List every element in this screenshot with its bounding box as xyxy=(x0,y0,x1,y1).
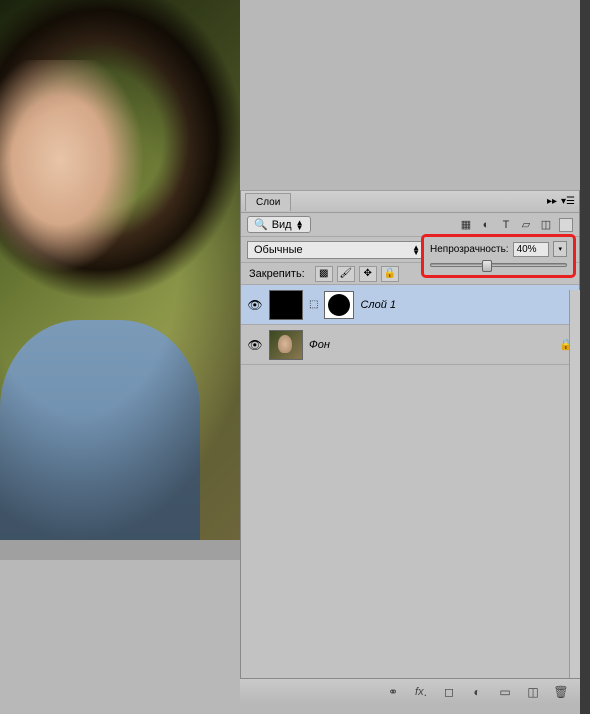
opacity-flyout-icon[interactable]: ▾ xyxy=(553,241,567,257)
search-icon: 🔍 xyxy=(254,218,268,231)
layers-panel: Слои ▸▸ ▾☰ 🔍 Вид ▲▼ ▦ ◐ T ▱ ◫ Обычные ▲▼… xyxy=(240,190,580,704)
layer-row[interactable]: 👁 ⬚ Слой 1 xyxy=(241,285,579,325)
filter-label: Вид xyxy=(272,219,292,231)
layer-name[interactable]: Фон xyxy=(309,339,330,351)
delete-button[interactable]: 🗑 xyxy=(552,683,570,701)
document-image[interactable] xyxy=(0,0,240,540)
lock-position-button[interactable]: ✥ xyxy=(359,266,377,282)
adjustment-layer-button[interactable]: ◐ xyxy=(468,683,486,701)
opacity-input[interactable]: 40% xyxy=(513,242,550,257)
opacity-label: Непрозрачность: xyxy=(430,244,509,255)
layers-list: 👁 ⬚ Слой 1 👁 Фон 🔒 xyxy=(241,285,579,365)
lock-pixels-button[interactable]: 🖌 xyxy=(337,266,355,282)
filter-smart-icon[interactable]: ◫ xyxy=(539,218,553,232)
visibility-icon[interactable]: 👁 xyxy=(247,337,263,353)
add-mask-button[interactable]: ◻ xyxy=(440,683,458,701)
mask-link-icon[interactable]: ⬚ xyxy=(309,299,318,310)
canvas-area xyxy=(0,0,240,560)
chevron-updown-icon: ▲▼ xyxy=(296,220,304,230)
vignette-overlay xyxy=(0,0,240,540)
lock-label: Закрепить: xyxy=(249,268,305,280)
chevron-updown-icon: ▲▼ xyxy=(412,245,420,255)
layer-name[interactable]: Слой 1 xyxy=(360,299,396,311)
layers-bottom-toolbar: ⚭ fx. ◻ ◐ ▭ ◫ 🗑 xyxy=(240,678,580,704)
tab-layers[interactable]: Слои xyxy=(245,193,291,211)
filter-adjustment-icon[interactable]: ◐ xyxy=(479,218,493,232)
filter-icons: ▦ ◐ T ▱ ◫ xyxy=(459,218,553,232)
panel-tab-bar: Слои ▸▸ ▾☰ xyxy=(241,191,579,213)
collapse-icon[interactable]: ▸▸ xyxy=(545,194,559,208)
filter-shape-icon[interactable]: ▱ xyxy=(519,218,533,232)
opacity-control-highlighted: Непрозрачность: 40% ▾ xyxy=(421,234,576,278)
filter-text-icon[interactable]: T xyxy=(499,218,513,232)
opacity-slider[interactable] xyxy=(430,263,567,267)
group-button[interactable]: ▭ xyxy=(496,683,514,701)
lock-all-button[interactable]: 🔒 xyxy=(381,266,399,282)
layer-thumbnail[interactable] xyxy=(269,290,303,320)
new-layer-button[interactable]: ◫ xyxy=(524,683,542,701)
blend-mode-value: Обычные xyxy=(254,244,303,256)
filter-dropdown[interactable]: 🔍 Вид ▲▼ xyxy=(247,216,311,233)
visibility-icon[interactable]: 👁 xyxy=(247,297,263,313)
layer-thumbnail[interactable] xyxy=(269,330,303,360)
layer-row[interactable]: 👁 Фон 🔒 xyxy=(241,325,579,365)
blend-mode-select[interactable]: Обычные ▲▼ xyxy=(247,241,427,259)
panel-menu-icon[interactable]: ▾☰ xyxy=(561,194,575,208)
app-right-edge xyxy=(580,0,590,714)
fx-button[interactable]: fx. xyxy=(412,683,430,701)
lock-transparency-button[interactable]: ▩ xyxy=(315,266,333,282)
layer-mask-thumbnail[interactable] xyxy=(324,291,354,319)
filter-toggle[interactable] xyxy=(559,218,573,232)
filter-image-icon[interactable]: ▦ xyxy=(459,218,473,232)
link-layers-button[interactable]: ⚭ xyxy=(384,683,402,701)
opacity-slider-thumb[interactable] xyxy=(482,260,492,272)
panel-scrollbar[interactable] xyxy=(569,290,580,678)
